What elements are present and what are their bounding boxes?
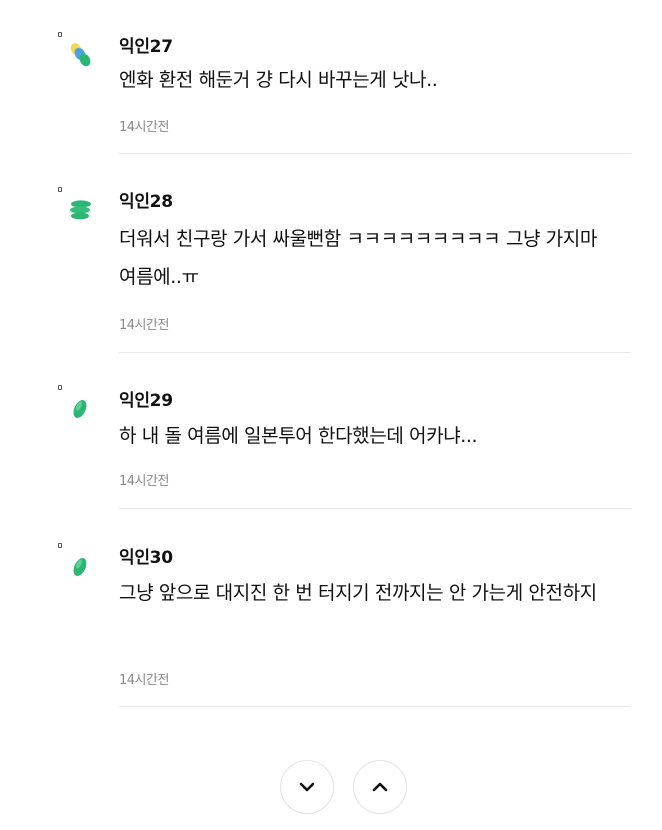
avatar[interactable] <box>58 543 98 583</box>
avatar[interactable] <box>58 32 98 72</box>
comment-time: 14시간전 <box>119 673 169 688</box>
divider <box>119 706 631 707</box>
comment-text: 엔화 환전 해둔거 걍 다시 바꾸는게 낫나.. <box>119 69 438 91</box>
comment-text: 더워서 친구랑 가서 싸울뻔함 ㅋㅋㅋㅋㅋㅋㅋㅋㅋ 그냥 가지마 여름에..ㅠ <box>119 228 597 288</box>
divider <box>119 352 631 353</box>
avatar-blob-icon <box>73 558 87 576</box>
scroll-up-button[interactable] <box>353 760 407 814</box>
avatar-badge-icon <box>58 187 62 192</box>
avatar[interactable] <box>58 385 98 425</box>
avatar-badge-icon <box>58 543 62 548</box>
comment-time: 14시간전 <box>119 318 169 333</box>
comment-author: 익인27 <box>119 37 173 57</box>
divider <box>119 508 631 509</box>
scroll-down-button[interactable] <box>280 760 334 814</box>
comment-time: 14시간전 <box>119 474 169 489</box>
avatar-badge-icon <box>58 32 62 37</box>
avatar-blob-icon <box>70 200 91 220</box>
avatar-blob-icon <box>73 400 87 418</box>
comment-author: 익인30 <box>119 548 173 568</box>
comment-author: 익인29 <box>119 391 173 411</box>
chevron-down-icon <box>299 782 315 792</box>
comment-text: 하 내 돌 여름에 일본투어 한다했는데 어카냐... <box>119 425 478 447</box>
comment-author: 익인28 <box>119 192 173 212</box>
comment-time: 14시간전 <box>119 120 169 135</box>
avatar-blob-icon <box>70 43 91 67</box>
avatar-badge-icon <box>58 385 62 390</box>
comment-list-page: 익인27 엔화 환전 해둔거 걍 다시 바꾸는게 낫나.. 14시간전 익인28… <box>0 0 662 830</box>
comment-text: 그냥 앞으로 대지진 한 번 터지기 전까지는 안 가는게 안전하지 <box>119 582 597 604</box>
divider <box>119 153 631 154</box>
avatar[interactable] <box>58 187 98 227</box>
chevron-up-icon <box>372 782 388 792</box>
